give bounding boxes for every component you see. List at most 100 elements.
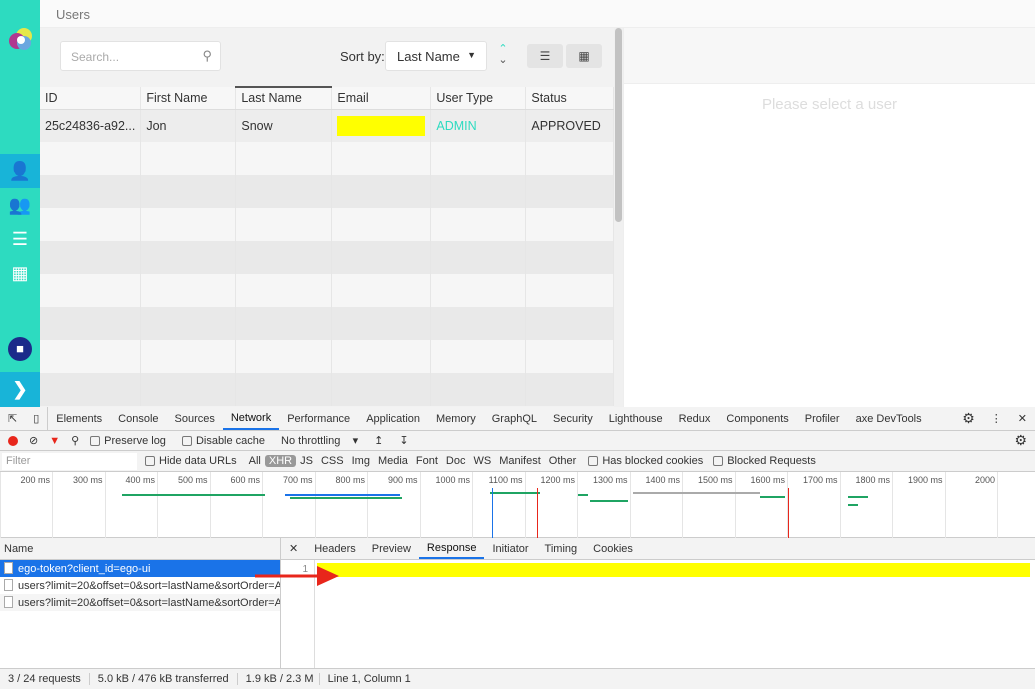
record-icon[interactable] <box>0 431 26 450</box>
export-har-icon[interactable]: ↧ <box>391 431 416 450</box>
settings-gear-icon[interactable]: ⚙ <box>954 407 983 430</box>
detail-tab-timing[interactable]: Timing <box>537 538 586 559</box>
timeline-tick-label: 1900 ms <box>907 475 943 485</box>
app-logo[interactable] <box>7 26 34 53</box>
clear-icon[interactable]: ⊘ <box>26 431 41 450</box>
timeline-tick-label: 1200 ms <box>540 475 575 485</box>
tab-application[interactable]: Application <box>358 407 428 430</box>
hide-data-urls-label: Hide data URLs <box>159 455 237 467</box>
tab-elements[interactable]: Elements <box>48 407 110 430</box>
sort-select[interactable]: Last Name ▼ <box>385 41 487 71</box>
timeline-bar <box>285 494 400 496</box>
has-blocked-cookies-checkbox[interactable]: Has blocked cookies <box>580 451 711 471</box>
filter-type-media[interactable]: Media <box>374 455 412 467</box>
filter-type-all[interactable]: All <box>245 455 265 467</box>
timeline-tick-label: 1300 ms <box>592 475 628 485</box>
device-toggle-icon[interactable]: ▯ <box>25 407 49 430</box>
preserve-log-checkbox[interactable]: Preserve log <box>82 431 174 450</box>
sidebar-item-users[interactable]: 👤 <box>0 154 40 188</box>
request-item[interactable]: ego-token?client_id=ego-ui <box>0 560 280 577</box>
column-header-status[interactable]: Status <box>525 87 614 110</box>
name-column-header[interactable]: Name <box>0 538 280 560</box>
close-detail-icon[interactable]: ✕ <box>281 538 306 559</box>
cell-user-type: ADMIN <box>430 109 527 142</box>
grid-view-button[interactable]: ▦ <box>566 44 602 68</box>
list-view-button[interactable]: ☰ <box>527 44 563 68</box>
table-row[interactable]: 25c24836-a92... Jon Snow ADMIN APPROVED <box>40 109 614 142</box>
empty-row <box>40 274 614 307</box>
network-toolbar: ⊘ ▼ ⚲ Preserve log Disable cache No thro… <box>0 431 1035 451</box>
empty-row <box>40 175 614 208</box>
cell-status: APPROVED <box>525 109 614 142</box>
timeline-tick-label: 1100 ms <box>488 475 523 485</box>
tab-security[interactable]: Security <box>545 407 601 430</box>
filter-type-js[interactable]: JS <box>296 455 317 467</box>
timeline-tick-label: 900 ms <box>387 475 418 485</box>
request-item[interactable]: users?limit=20&offset=0&sort=lastName&so… <box>0 577 280 594</box>
filter-type-ws[interactable]: WS <box>469 455 495 467</box>
filter-type-doc[interactable]: Doc <box>442 455 470 467</box>
user-avatar[interactable]: ■ <box>0 332 40 366</box>
filter-type-other[interactable]: Other <box>545 455 581 467</box>
detail-tab-initiator[interactable]: Initiator <box>484 538 536 559</box>
detail-tab-cookies[interactable]: Cookies <box>585 538 641 559</box>
throttling-select[interactable]: No throttling ▾ <box>273 431 366 450</box>
tab-profiler[interactable]: Profiler <box>797 407 848 430</box>
inspect-element-icon[interactable]: ⇱ <box>0 407 25 430</box>
timeline-tick: 600 ms <box>230 472 263 538</box>
column-header-last-name[interactable]: Last Name <box>235 86 333 110</box>
column-header-first-name[interactable]: First Name <box>140 87 237 110</box>
filter-type-font[interactable]: Font <box>412 455 442 467</box>
tab-lighthouse[interactable]: Lighthouse <box>601 407 671 430</box>
tab-performance[interactable]: Performance <box>279 407 358 430</box>
filter-type-img[interactable]: Img <box>348 455 374 467</box>
group-icon: 👥 <box>8 194 32 215</box>
network-settings-icon[interactable]: ⚙ <box>1006 431 1035 450</box>
tab-graphql[interactable]: GraphQL <box>484 407 545 430</box>
detail-tab-preview[interactable]: Preview <box>364 538 419 559</box>
filter-icon[interactable]: ▼ <box>41 431 68 450</box>
detail-tab-response[interactable]: Response <box>418 538 485 559</box>
scrollbar-thumb[interactable] <box>615 28 622 222</box>
tab-sources[interactable]: Sources <box>167 407 223 430</box>
expand-sidebar-button[interactable]: ❯ <box>0 372 40 407</box>
hide-data-urls-checkbox[interactable]: Hide data URLs <box>137 451 245 471</box>
sidebar-item-applications[interactable]: ☰ <box>0 222 40 256</box>
timeline-bar <box>760 496 785 498</box>
filter-type-manifest[interactable]: Manifest <box>495 455 545 467</box>
list-scrollbar[interactable] <box>614 28 623 407</box>
column-header-email[interactable]: Email <box>331 87 432 110</box>
search-input[interactable]: Search... ⚲ <box>60 41 221 71</box>
column-header-id[interactable]: ID <box>40 87 142 110</box>
more-menu-icon[interactable]: ⋮ <box>983 407 1010 430</box>
tab-memory[interactable]: Memory <box>428 407 484 430</box>
close-devtools-icon[interactable]: ✕ <box>1010 407 1035 430</box>
tab-console[interactable]: Console <box>110 407 166 430</box>
timeline-tick-label: 800 ms <box>335 475 365 485</box>
empty-row <box>40 208 614 241</box>
column-header-user-type[interactable]: User Type <box>430 87 527 110</box>
sort-direction-toggle[interactable]: ⌃ ⌄ <box>496 44 510 66</box>
has-blocked-cookies-label: Has blocked cookies <box>602 455 704 467</box>
filter-input[interactable]: Filter <box>2 452 137 470</box>
blocked-requests-checkbox[interactable]: Blocked Requests <box>711 451 818 471</box>
devtools: ⇱ ▯ Elements Console Sources Network Perform… <box>0 407 1035 689</box>
disable-cache-checkbox[interactable]: Disable cache <box>174 431 273 450</box>
detail-tab-headers[interactable]: Headers <box>306 538 364 559</box>
tab-components[interactable]: Components <box>718 407 796 430</box>
tab-redux[interactable]: Redux <box>671 407 719 430</box>
filter-type-xhr[interactable]: XHR <box>264 455 297 467</box>
filter-type-css[interactable]: CSS <box>317 455 348 467</box>
search-icon[interactable]: ⚲ <box>68 431 82 450</box>
import-har-icon[interactable]: ↥ <box>366 431 391 450</box>
sidebar-item-groups[interactable]: 👥 <box>0 188 40 222</box>
timeline-tick: 900 ms <box>388 472 421 538</box>
tab-network[interactable]: Network <box>222 407 280 430</box>
tab-axe-devtools[interactable]: axe DevTools <box>848 407 930 430</box>
network-timeline[interactable]: 100 ms 200 ms 300 ms 400 ms 500 ms 600 ms 700 … <box>0 472 1035 538</box>
timeline-tick: 300 ms <box>73 472 106 538</box>
status-bar: 3 / 24 requests 5.0 kB / 476 kB transfer… <box>0 668 1035 689</box>
sidebar-item-policies[interactable]: ▦ <box>0 256 40 290</box>
sidebar: 👤 👥 ☰ ▦ ■ ❯ <box>0 0 40 407</box>
request-item[interactable]: users?limit=20&offset=0&sort=lastName&so… <box>0 594 280 611</box>
